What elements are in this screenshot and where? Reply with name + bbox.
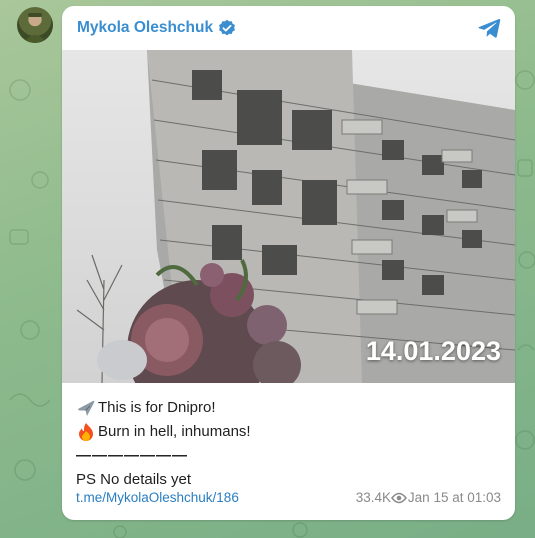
channel-name[interactable]: Mykola Oleshchuk: [77, 19, 213, 37]
damaged-building-image: [62, 50, 515, 383]
telegram-icon[interactable]: [477, 17, 501, 39]
fire-icon: [79, 423, 93, 441]
text-line-2: Burn in hell, inhumans!: [76, 420, 251, 444]
divider-dashes: ———————: [76, 447, 188, 464]
post-photo[interactable]: 14.01.2023: [62, 50, 515, 383]
message-card: Mykola Oleshchuk 14.01.2023 This is for …: [62, 6, 515, 520]
message-footer: t.me/MykolaOleshchuk/186 33.4K Jan 15 at…: [76, 490, 501, 510]
message-text: This is for Dnipro! Burn in hell, inhuma…: [76, 396, 251, 492]
channel-avatar[interactable]: [17, 7, 53, 43]
text-line-1: This is for Dnipro!: [76, 396, 251, 420]
airplane-icon: [78, 400, 95, 416]
verified-icon: [219, 19, 235, 36]
view-count: 33.4K: [355, 490, 391, 505]
text-line-1-content: This is for Dnipro!: [98, 399, 216, 416]
post-timestamp: Jan 15 at 01:03: [407, 490, 501, 505]
post-link[interactable]: t.me/MykolaOleshchuk/186: [76, 490, 239, 505]
text-line-2-content: Burn in hell, inhumans!: [98, 423, 251, 440]
eye-icon: [391, 492, 407, 504]
message-header: Mykola Oleshchuk: [62, 6, 515, 50]
text-line-4: PS No details yet: [76, 471, 192, 488]
photo-date-stamp: 14.01.2023: [365, 336, 501, 366]
